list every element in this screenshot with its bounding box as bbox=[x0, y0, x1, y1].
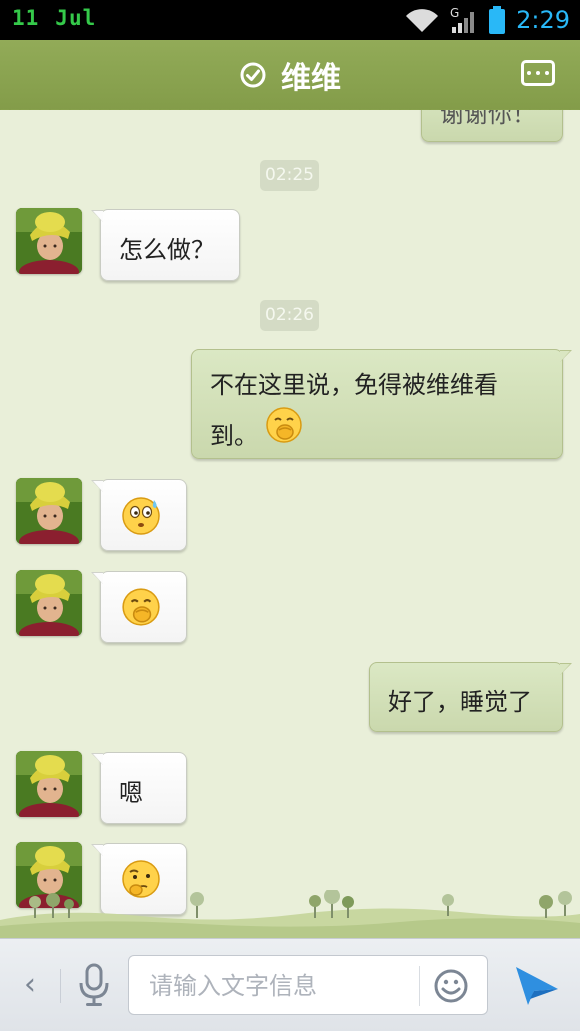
message-bubble-outgoing[interactable]: 不在这里说，免得被维维看 到。 bbox=[191, 349, 572, 459]
signal-icon: G bbox=[450, 6, 475, 33]
chat-title: 维维 bbox=[281, 61, 341, 96]
wifi-icon bbox=[406, 9, 439, 32]
covering-mouth-face-icon bbox=[266, 407, 302, 443]
avatar-image bbox=[16, 208, 82, 274]
status-month: Jul bbox=[55, 6, 97, 30]
more-dots-icon[interactable] bbox=[521, 60, 555, 86]
divider bbox=[60, 969, 61, 1003]
avatar-image bbox=[16, 751, 82, 817]
decorative-landscape bbox=[0, 890, 580, 938]
status-time: 2:29 bbox=[516, 6, 570, 34]
title-wrap: 维维 bbox=[0, 40, 580, 110]
divider bbox=[419, 966, 420, 1006]
message-text: 好了，睡觉了 bbox=[388, 688, 532, 716]
message-bubble-incoming[interactable]: 嗯 bbox=[91, 752, 187, 824]
status-date: 11 Jul bbox=[12, 6, 96, 30]
message-timestamp: 02:26 bbox=[260, 300, 319, 331]
avatar-image bbox=[16, 570, 82, 636]
message-input[interactable] bbox=[147, 966, 411, 1006]
network-type: G bbox=[450, 6, 459, 20]
nervous-sweat-face-icon bbox=[122, 497, 160, 535]
message-bubble-outgoing[interactable]: 好了，睡觉了 bbox=[369, 662, 572, 732]
chat-screen: 11 Jul G 2:29 维维 谢谢你！ 02:25 怎么做？ 02:26 不… bbox=[0, 0, 580, 1031]
check-circle-icon bbox=[240, 62, 266, 88]
message-bubble-incoming[interactable]: 怎么做？ bbox=[91, 209, 240, 281]
message-list[interactable]: 谢谢你！ 02:25 怎么做？ 02:26 不在这里说，免得被维维看 到。 好了… bbox=[0, 110, 580, 938]
message-timestamp: 02:25 bbox=[260, 160, 319, 191]
status-day: 11 bbox=[12, 6, 40, 30]
avatar-image bbox=[16, 478, 82, 544]
chevron-left-icon[interactable]: ‹ bbox=[18, 965, 42, 1005]
covering-mouth-face-icon bbox=[122, 588, 160, 626]
microphone-icon[interactable] bbox=[76, 963, 112, 1007]
battery-icon bbox=[489, 6, 506, 34]
smiley-icon[interactable] bbox=[433, 968, 469, 1004]
message-text-line1: 不在这里说，免得被维维看 bbox=[210, 371, 498, 399]
send-icon[interactable] bbox=[512, 961, 562, 1011]
message-bubble-incoming[interactable] bbox=[91, 571, 187, 643]
message-text: 谢谢你！ bbox=[440, 110, 536, 128]
input-bar: ‹ bbox=[0, 938, 580, 1031]
message-text-line2: 到。 bbox=[210, 422, 258, 450]
status-bar: 11 Jul G 2:29 bbox=[0, 0, 580, 40]
avatar[interactable] bbox=[16, 208, 82, 274]
avatar[interactable] bbox=[16, 570, 82, 636]
status-icons: G 2:29 bbox=[404, 2, 570, 38]
message-text: 嗯 bbox=[119, 779, 143, 807]
title-bar: 维维 bbox=[0, 40, 580, 115]
message-bubble-incoming[interactable] bbox=[91, 479, 187, 551]
avatar[interactable] bbox=[16, 751, 82, 817]
message-bubble-outgoing[interactable]: 谢谢你！ bbox=[421, 110, 563, 142]
message-input-box bbox=[128, 955, 488, 1015]
avatar[interactable] bbox=[16, 478, 82, 544]
message-text: 怎么做？ bbox=[119, 236, 215, 264]
